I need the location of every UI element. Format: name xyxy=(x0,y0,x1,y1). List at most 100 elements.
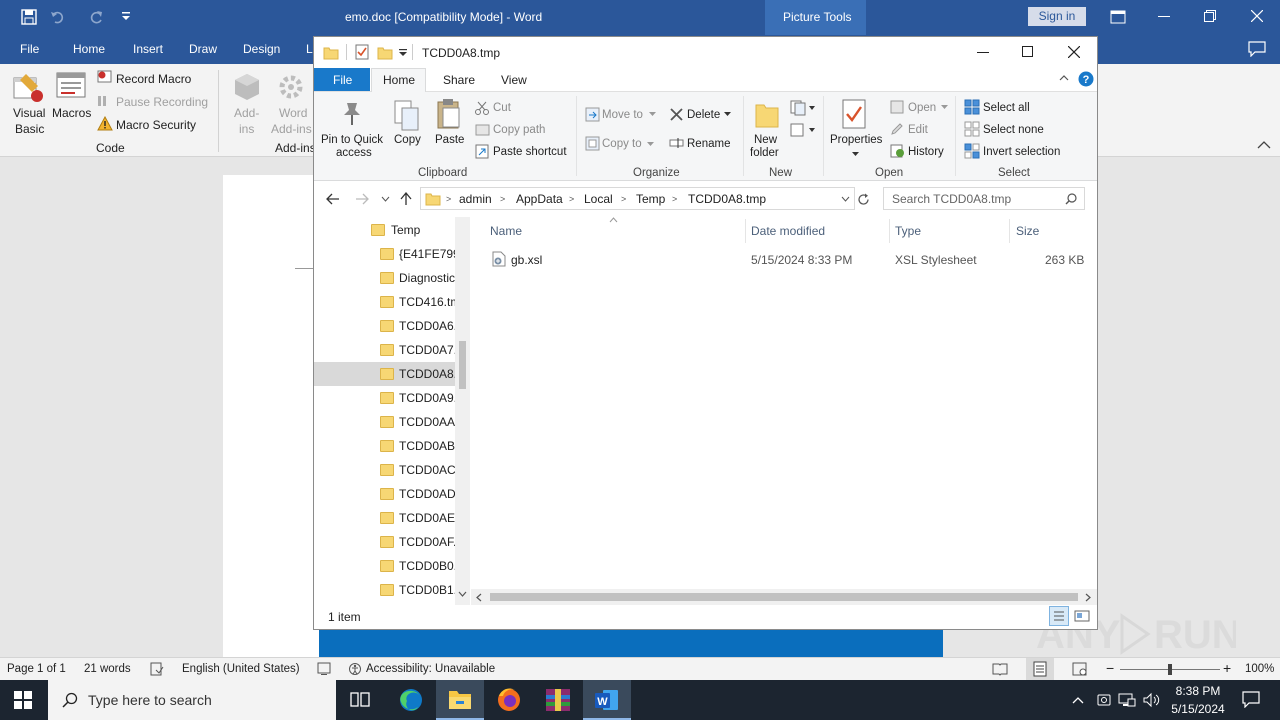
proofing-icon[interactable] xyxy=(150,662,164,676)
properties-label[interactable]: Properties xyxy=(830,134,882,146)
visual-basic-label-1[interactable]: Visual xyxy=(13,106,45,120)
breadcrumb-current[interactable]: TCDD0A8.tmp xyxy=(688,192,766,206)
horizontal-scrollbar-thumb[interactable] xyxy=(490,593,1078,601)
paste-icon[interactable] xyxy=(437,98,463,130)
properties-dropdown-icon[interactable] xyxy=(852,152,859,156)
accessibility-icon[interactable] xyxy=(348,662,364,676)
cut-label[interactable]: Cut xyxy=(493,102,511,114)
history-icon[interactable] xyxy=(890,144,905,158)
tab-view[interactable]: View xyxy=(501,73,527,87)
copy-to-icon[interactable] xyxy=(585,136,600,151)
collapse-ribbon-icon[interactable] xyxy=(1257,141,1271,149)
history-label[interactable]: History xyxy=(908,146,944,158)
winrar-icon[interactable] xyxy=(534,680,582,720)
minimize-ribbon-icon[interactable] xyxy=(1059,74,1069,81)
pin-icon[interactable] xyxy=(338,99,366,129)
breadcrumb-chevron[interactable]: > xyxy=(500,194,505,204)
macro-security-label[interactable]: Macro Security xyxy=(116,118,196,132)
security-tray-icon[interactable] xyxy=(1096,692,1112,708)
column-divider[interactable] xyxy=(1009,219,1010,243)
nav-item-folder[interactable]: TCDD0AC. xyxy=(314,458,459,482)
print-layout-button[interactable] xyxy=(1026,658,1054,680)
breadcrumb-temp[interactable]: Temp xyxy=(636,192,665,206)
customize-qat-icon[interactable] xyxy=(121,10,131,22)
invert-selection-icon[interactable] xyxy=(964,143,980,159)
tab-home-explorer-label[interactable]: Home xyxy=(383,73,415,87)
word-document-page[interactable] xyxy=(223,175,321,657)
tab-design[interactable]: Design xyxy=(243,42,280,56)
cut-icon[interactable] xyxy=(475,101,489,115)
nav-item-folder[interactable]: TCDD0AD. xyxy=(314,482,459,506)
nav-item-folder[interactable]: TCDD0AF.t xyxy=(314,530,460,554)
delete-icon[interactable] xyxy=(670,108,683,121)
word-taskbar-icon[interactable]: W xyxy=(583,680,631,720)
paste-shortcut-icon[interactable] xyxy=(475,144,489,159)
language-status[interactable]: English (United States) xyxy=(182,663,300,675)
invert-selection-label[interactable]: Invert selection xyxy=(983,146,1060,158)
tab-draw[interactable]: Draw xyxy=(189,42,217,56)
open-dropdown-icon[interactable] xyxy=(941,105,948,109)
macro-security-icon[interactable] xyxy=(97,116,113,131)
word-minimize-icon[interactable] xyxy=(1158,16,1170,18)
paste-shortcut-label[interactable]: Paste shortcut xyxy=(493,146,567,158)
comments-icon[interactable] xyxy=(1248,41,1266,57)
properties-icon[interactable] xyxy=(842,99,868,131)
zoom-slider-thumb[interactable] xyxy=(1168,664,1172,675)
delete-label[interactable]: Delete xyxy=(687,109,720,121)
column-divider[interactable] xyxy=(745,219,746,243)
select-none-icon[interactable] xyxy=(964,121,980,137)
pin-label[interactable]: Pin to Quick xyxy=(321,134,383,146)
scroll-left-icon[interactable] xyxy=(476,593,482,602)
copy-to-label[interactable]: Copy to xyxy=(602,138,642,150)
page-count[interactable]: Page 1 of 1 xyxy=(7,663,66,675)
zoom-out-button[interactable]: − xyxy=(1106,660,1114,676)
search-box[interactable]: Search TCDD0A8.tmp xyxy=(883,187,1085,210)
breadcrumb-chevron[interactable]: > xyxy=(446,194,451,204)
copy-path-icon[interactable] xyxy=(475,123,490,137)
visual-basic-label-2[interactable]: Basic xyxy=(15,122,44,136)
column-divider[interactable] xyxy=(889,219,890,243)
new-folder-label-2[interactable]: folder xyxy=(750,147,779,159)
pin-label-2[interactable]: access xyxy=(336,147,372,159)
back-icon[interactable] xyxy=(326,193,340,205)
breadcrumb-admin[interactable]: admin xyxy=(459,192,492,206)
zoom-in-button[interactable]: + xyxy=(1223,660,1231,676)
display-settings-icon[interactable] xyxy=(317,662,331,676)
breadcrumb-local[interactable]: Local xyxy=(584,192,613,206)
file-name[interactable]: gb.xsl xyxy=(511,253,542,267)
select-all-label[interactable]: Select all xyxy=(983,102,1030,114)
breadcrumb-chevron[interactable]: > xyxy=(621,194,626,204)
column-header-size[interactable]: Size xyxy=(1016,224,1039,238)
move-to-label[interactable]: Move to xyxy=(602,109,643,121)
column-header-type[interactable]: Type xyxy=(895,224,921,238)
copy-to-dropdown-icon[interactable] xyxy=(647,142,654,146)
save-icon[interactable] xyxy=(21,9,37,25)
edit-label[interactable]: Edit xyxy=(908,124,928,136)
delete-dropdown-icon[interactable] xyxy=(724,112,731,116)
web-layout-icon[interactable] xyxy=(1072,662,1088,676)
nav-scroll-down-icon[interactable] xyxy=(458,591,467,597)
macros-label[interactable]: Macros xyxy=(52,106,91,120)
word-restore-icon[interactable] xyxy=(1204,10,1216,22)
large-icons-view-button[interactable] xyxy=(1074,608,1090,624)
undo-icon[interactable] xyxy=(50,9,66,25)
accessibility-status[interactable]: Accessibility: Unavailable xyxy=(366,663,495,675)
redo-icon[interactable] xyxy=(88,9,104,25)
recent-locations-icon[interactable] xyxy=(381,196,390,202)
nav-item-temp[interactable]: Temp xyxy=(314,218,456,242)
read-mode-icon[interactable] xyxy=(992,662,1008,676)
address-dropdown-icon[interactable] xyxy=(841,196,850,202)
start-windows-icon[interactable] xyxy=(14,691,32,709)
breadcrumb-chevron[interactable]: > xyxy=(569,194,574,204)
nav-item-selected[interactable]: TCDD0A8.t xyxy=(314,362,460,386)
ribbon-display-options-icon[interactable] xyxy=(1110,10,1126,24)
move-to-icon[interactable] xyxy=(585,107,600,122)
nav-item-folder[interactable]: TCDD0A7.t xyxy=(314,338,460,362)
select-none-label[interactable]: Select none xyxy=(983,124,1044,136)
refresh-icon[interactable] xyxy=(857,193,870,206)
new-folder-qat-icon[interactable] xyxy=(377,45,393,60)
nav-item-folder[interactable]: {E41FE799- xyxy=(314,242,464,266)
tab-share[interactable]: Share xyxy=(443,73,475,87)
sign-in-button[interactable]: Sign in xyxy=(1028,7,1086,26)
visual-basic-icon[interactable] xyxy=(12,72,44,104)
